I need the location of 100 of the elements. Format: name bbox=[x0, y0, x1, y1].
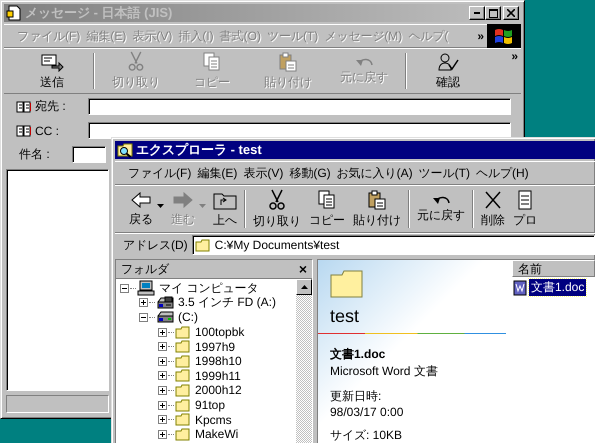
menu-item[interactable]: ツール(T) bbox=[416, 164, 473, 182]
tree-item[interactable]: 1997h9 bbox=[192, 340, 236, 354]
word-document-icon bbox=[512, 280, 528, 296]
pane-title: フォルダ bbox=[121, 260, 169, 278]
file-type: Microsoft Word 文書 bbox=[330, 363, 439, 380]
scroll-bar[interactable] bbox=[296, 279, 312, 443]
folder-icon bbox=[175, 354, 191, 368]
toolbar-button[interactable]: プロ bbox=[509, 186, 541, 232]
folder-icon bbox=[175, 340, 191, 354]
close-button[interactable] bbox=[503, 6, 519, 20]
more-button[interactable]: » bbox=[474, 29, 487, 43]
drive-icon bbox=[156, 310, 174, 324]
menu-item[interactable]: 編集(E) bbox=[194, 164, 240, 182]
x-mark-icon bbox=[483, 190, 503, 210]
folder-icon bbox=[175, 398, 191, 412]
tree-item[interactable]: (C:) bbox=[175, 310, 198, 324]
file-item[interactable]: 文書1.doc bbox=[529, 279, 586, 296]
toolbar-button[interactable]: 貼り付け bbox=[349, 186, 405, 232]
folder-icon bbox=[175, 369, 191, 382]
tree-item[interactable]: 3.5 インチ FD (A:) bbox=[175, 294, 276, 312]
toolbar-button[interactable]: 戻る bbox=[125, 186, 157, 232]
address-label: アドレス(D) bbox=[123, 236, 188, 254]
toolbar-button[interactable]: コピー bbox=[305, 186, 349, 232]
tree-item[interactable]: マイ コンピュータ bbox=[156, 280, 258, 297]
menu-item[interactable]: 移動(G) bbox=[286, 164, 334, 182]
undo-arrow-icon bbox=[432, 194, 450, 204]
expand-toggle[interactable] bbox=[158, 342, 167, 352]
tree-item[interactable]: 1998h10 bbox=[192, 354, 242, 368]
tree-item[interactable]: 100topbk bbox=[192, 325, 244, 340]
field-label: 件名 : bbox=[19, 146, 51, 163]
tree-item[interactable]: MakeWi bbox=[192, 427, 238, 442]
field-label: 宛先 : bbox=[35, 98, 67, 115]
clipboard-icon bbox=[278, 52, 298, 72]
modified-label: 更新日時: bbox=[330, 388, 382, 405]
scissors-icon bbox=[126, 51, 146, 72]
logo-icon bbox=[487, 24, 521, 48]
tree-item[interactable]: 1999h11 bbox=[192, 368, 241, 383]
folder-icon bbox=[175, 428, 191, 441]
close-button[interactable]: × bbox=[298, 261, 307, 277]
clipboard-icon bbox=[367, 190, 387, 210]
minimize-icon bbox=[474, 12, 480, 14]
expand-toggle[interactable] bbox=[158, 415, 167, 424]
tree-item[interactable]: 91top bbox=[192, 398, 226, 412]
copy-icon bbox=[202, 52, 222, 72]
toolbar-button[interactable]: 削除 bbox=[477, 186, 509, 232]
scissors-icon bbox=[267, 188, 287, 210]
address-book-icon bbox=[16, 124, 32, 136]
document-icon bbox=[6, 5, 22, 21]
close-icon bbox=[507, 9, 515, 17]
envelope-arrow-icon bbox=[40, 52, 64, 72]
expand-toggle[interactable] bbox=[158, 400, 167, 410]
menu-item[interactable]: 表示(V) bbox=[240, 164, 286, 182]
modified-date: 98/03/17 0:00 bbox=[330, 405, 404, 419]
toolbar-button[interactable]: 上へ bbox=[209, 186, 241, 232]
more-button[interactable]: » bbox=[508, 49, 521, 63]
caret-icon[interactable] bbox=[157, 204, 164, 208]
copy-icon bbox=[317, 190, 337, 210]
menu-item[interactable]: お気に入り(A) bbox=[334, 164, 416, 182]
folder-icon bbox=[175, 413, 191, 426]
input-field[interactable] bbox=[72, 146, 106, 163]
toolbar-button[interactable]: 送信 bbox=[14, 49, 90, 93]
expand-toggle[interactable] bbox=[139, 298, 148, 308]
column-header[interactable]: 名前 bbox=[512, 260, 595, 277]
expand-toggle[interactable] bbox=[158, 328, 167, 337]
tree-item[interactable]: 2000h12 bbox=[192, 383, 242, 398]
folder-title: test bbox=[330, 306, 360, 327]
message-body-field[interactable] bbox=[6, 169, 109, 391]
input-field[interactable] bbox=[88, 98, 511, 115]
folder-icon bbox=[330, 270, 364, 298]
collapse-toggle[interactable] bbox=[139, 312, 148, 322]
folder-icon bbox=[175, 326, 191, 339]
arrow-icon bbox=[172, 190, 194, 208]
toolbar-button[interactable]: 確認 bbox=[410, 49, 486, 93]
file-name: 文書1.doc bbox=[330, 346, 386, 363]
address-book-icon bbox=[16, 100, 32, 112]
arrow-icon bbox=[130, 190, 152, 208]
expand-toggle[interactable] bbox=[158, 356, 167, 366]
folder-magnifier-icon bbox=[117, 142, 133, 158]
person-check-icon bbox=[437, 52, 459, 72]
maximize-icon bbox=[488, 8, 498, 18]
menu-item[interactable]: ヘルプ(H) bbox=[472, 164, 532, 182]
file-size: サイズ: 10KB bbox=[330, 427, 404, 443]
expand-toggle[interactable] bbox=[158, 371, 167, 380]
document-icon bbox=[518, 190, 532, 210]
floppy-drive-icon bbox=[156, 296, 174, 310]
minimize-button[interactable] bbox=[469, 6, 485, 20]
collapse-toggle[interactable] bbox=[120, 284, 129, 293]
toolbar-button[interactable]: 元に戻す bbox=[413, 186, 469, 232]
maximize-button[interactable] bbox=[485, 6, 501, 20]
window-title: エクスプローラ - test bbox=[136, 141, 263, 159]
expand-toggle[interactable] bbox=[158, 430, 167, 439]
folder-icon bbox=[175, 384, 191, 397]
folder-icon bbox=[194, 238, 211, 252]
tree-item[interactable]: Kpcms bbox=[192, 412, 232, 427]
field-label: CC : bbox=[35, 124, 60, 138]
menu-item[interactable]: ファイル(F) bbox=[125, 164, 194, 182]
address-field[interactable]: C:¥My Documents¥test bbox=[192, 235, 595, 255]
undo-arrow-icon bbox=[355, 56, 373, 66]
expand-toggle[interactable] bbox=[158, 386, 167, 395]
toolbar-button[interactable]: 切り取り bbox=[249, 186, 305, 232]
